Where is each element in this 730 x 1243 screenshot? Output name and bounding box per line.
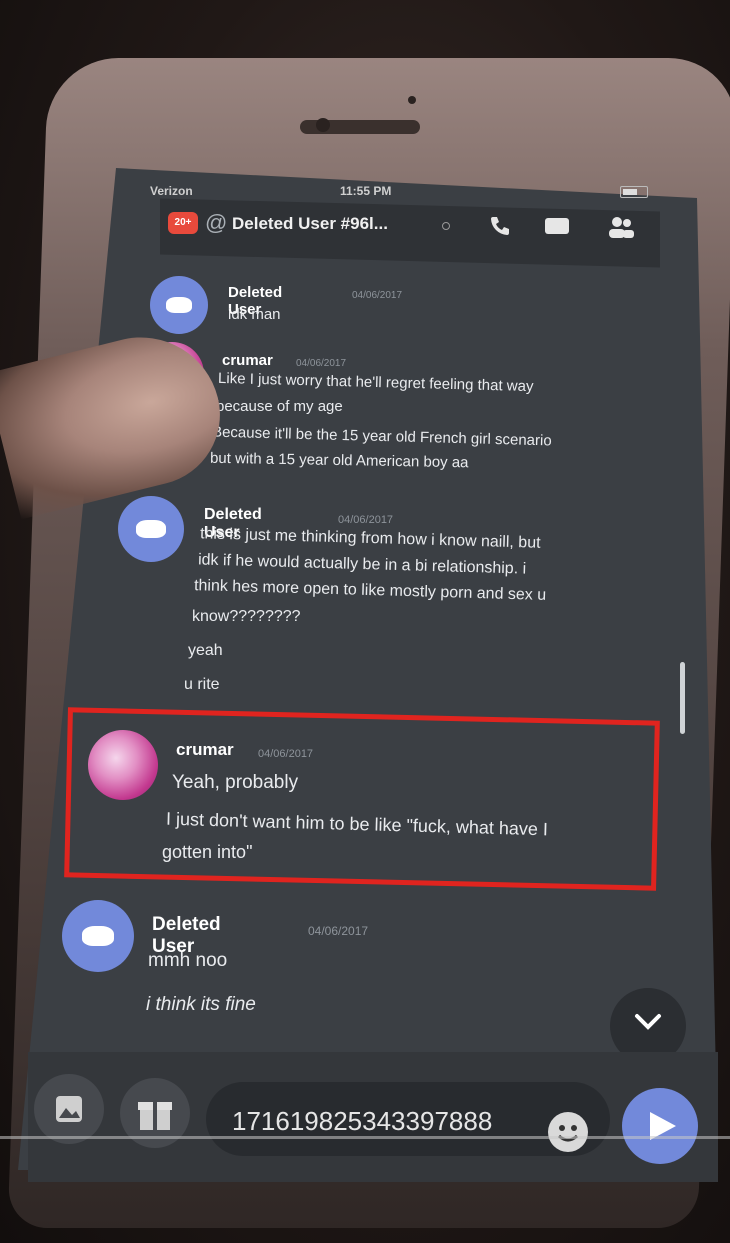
image-upload-button[interactable]: [34, 1074, 104, 1144]
phone-sensor: [408, 96, 416, 104]
message-line: u rite: [184, 676, 220, 693]
back-button[interactable]: 20+: [168, 212, 198, 234]
battery-icon: [620, 186, 648, 198]
message-timestamp: 04/06/2017: [308, 924, 369, 938]
screen-glare: [0, 1136, 730, 1139]
avatar[interactable]: [62, 900, 134, 972]
channel-title[interactable]: Deleted User #96l...: [232, 214, 388, 234]
avatar[interactable]: [150, 276, 208, 334]
emoji-icon: [558, 1125, 578, 1142]
status-dot-icon: [442, 222, 450, 230]
clock: 11:55 PM: [340, 184, 392, 198]
message-timestamp: 04/06/2017: [338, 514, 394, 526]
emoji-button[interactable]: [548, 1112, 588, 1152]
message-line: idk man: [228, 306, 281, 323]
message-line: mmh noo: [148, 950, 228, 971]
message-input-value[interactable]: 171619825343397888: [232, 1106, 492, 1137]
at-icon: @: [205, 210, 228, 235]
message-timestamp: 04/06/2017: [352, 290, 403, 301]
message-timestamp: 04/06/2017: [296, 358, 347, 369]
chevron-down-icon: [635, 1014, 661, 1030]
video-icon[interactable]: [545, 218, 569, 234]
message-author[interactable]: crumar: [222, 352, 273, 369]
avatar[interactable]: [118, 496, 184, 562]
carrier-label: Verizon: [150, 184, 193, 198]
scrollbar[interactable]: [680, 662, 685, 734]
send-icon: [650, 1112, 676, 1140]
send-button[interactable]: [622, 1088, 698, 1164]
message-line: yeah: [188, 642, 223, 659]
message-line: because of my age: [216, 398, 343, 415]
message-line: i think its fine: [146, 994, 256, 1015]
call-icon[interactable]: [488, 214, 512, 244]
highlight-box: [64, 707, 660, 891]
members-icon[interactable]: [606, 214, 636, 246]
message-line: know????????: [192, 608, 301, 625]
phone-camera: [316, 118, 330, 132]
image-icon: [56, 1096, 82, 1122]
